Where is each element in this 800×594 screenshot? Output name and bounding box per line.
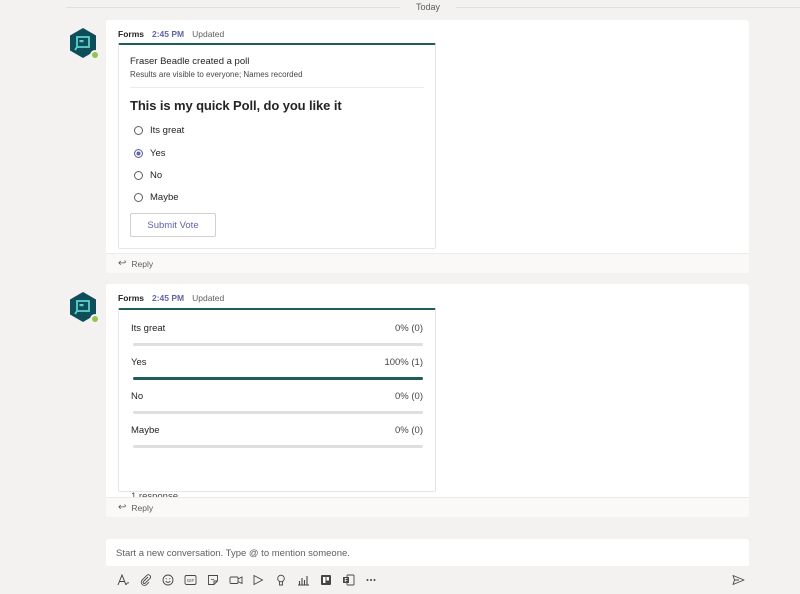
poll-results-message: Forms 2:45 PM Updated Its great 0% (0) Y…	[106, 284, 749, 517]
result-bar-track	[133, 445, 423, 448]
sticker-icon[interactable]	[202, 572, 225, 588]
poll-option[interactable]: Maybe	[134, 192, 179, 203]
message-status: Updated	[192, 29, 225, 39]
poll-option[interactable]: Its great	[134, 125, 184, 136]
reply-icon: ↩	[118, 502, 127, 513]
poll-creator: Fraser Beadle created a poll	[130, 56, 250, 67]
result-bar-track	[133, 343, 423, 346]
poll-results-card: Its great 0% (0) Yes 100% (1) No 0% (0) …	[118, 308, 436, 502]
message-time: 2:45 PM	[151, 29, 185, 39]
planner-icon[interactable]	[315, 572, 338, 588]
message-status: Updated	[192, 293, 225, 303]
sender-name[interactable]: Forms	[118, 29, 144, 39]
result-percentage: 100% (1)	[384, 357, 423, 368]
sender-name[interactable]: Forms	[118, 293, 144, 303]
message-header: Forms 2:45 PM Updated	[118, 293, 224, 303]
message-header: Forms 2:45 PM Updated	[118, 29, 224, 39]
result-label: No	[131, 391, 144, 402]
svg-text:GIF: GIF	[187, 578, 195, 583]
compose-toolbar: GIF F	[112, 572, 382, 588]
result-label: Yes	[131, 357, 147, 368]
result-percentage: 0% (0)	[395, 425, 423, 436]
result-bar-track	[133, 377, 423, 380]
radio-button[interactable]	[134, 193, 143, 202]
reply-icon: ↩	[118, 258, 127, 269]
poll-option[interactable]: Yes	[134, 148, 166, 159]
gif-icon[interactable]: GIF	[180, 572, 203, 588]
poll-option-label: Its great	[150, 125, 185, 136]
svg-text:F: F	[344, 578, 347, 584]
format-icon[interactable]	[112, 572, 135, 588]
emoji-icon[interactable]	[157, 572, 180, 588]
radio-button-selected[interactable]	[134, 149, 143, 158]
poll-option-label: Yes	[150, 148, 166, 159]
more-options-icon[interactable]	[360, 572, 383, 588]
forms-icon[interactable]: F	[337, 572, 360, 588]
radio-button[interactable]	[134, 126, 143, 135]
insights-icon[interactable]	[292, 572, 315, 588]
poll-message: Forms 2:45 PM Updated Fraser Beadle crea…	[106, 20, 749, 273]
reply-label: Reply	[131, 258, 154, 269]
presence-available-icon	[90, 50, 100, 60]
date-divider-label: Today	[400, 2, 456, 12]
avatar[interactable]	[67, 27, 100, 60]
poll-option-label: No	[150, 170, 163, 181]
presence-available-icon	[90, 314, 100, 324]
result-percentage: 0% (0)	[395, 323, 423, 334]
result-label: Its great	[131, 323, 166, 334]
result-bar-track	[133, 411, 423, 414]
reply-button[interactable]: ↩ Reply	[106, 497, 749, 517]
submit-vote-button[interactable]: Submit Vote	[130, 213, 216, 237]
poll-visibility: Results are visible to everyone; Names r…	[130, 70, 303, 79]
reply-button[interactable]: ↩ Reply	[106, 253, 749, 273]
poll-question: This is my quick Poll, do you like it	[130, 98, 342, 113]
poll-option[interactable]: No	[134, 170, 162, 181]
praise-icon[interactable]	[270, 572, 293, 588]
attach-icon[interactable]	[135, 572, 158, 588]
card-divider	[130, 87, 424, 88]
result-percentage: 0% (0)	[395, 391, 423, 402]
message-time: 2:45 PM	[151, 293, 185, 303]
poll-card: Fraser Beadle created a poll Results are…	[118, 43, 436, 249]
stream-icon[interactable]	[247, 572, 270, 588]
avatar[interactable]	[67, 291, 100, 324]
compose-placeholder[interactable]: Start a new conversation. Type @ to ment…	[116, 548, 350, 559]
send-icon[interactable]	[729, 572, 747, 588]
radio-button[interactable]	[134, 171, 143, 180]
compose-box[interactable]: Start a new conversation. Type @ to ment…	[106, 539, 749, 568]
poll-option-label: Maybe	[150, 192, 179, 203]
result-bar-fill	[133, 377, 423, 380]
meet-now-icon[interactable]	[225, 572, 248, 588]
result-label: Maybe	[131, 425, 160, 436]
reply-label: Reply	[131, 502, 154, 513]
